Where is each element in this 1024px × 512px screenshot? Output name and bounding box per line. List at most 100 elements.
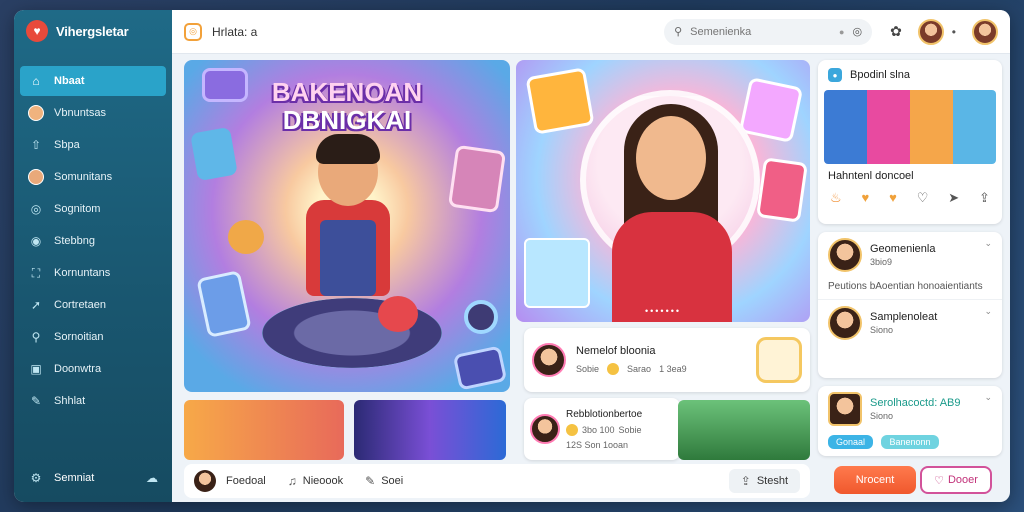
chevron-down-icon[interactable]: ⌄: [984, 306, 992, 317]
person-card[interactable]: Serolhacoctd: AB9 Siono ⌄ Gonaal Banenon…: [818, 386, 1002, 456]
secondary-button[interactable]: ♡ Dooer: [920, 466, 992, 494]
photo-thumbnail[interactable]: [678, 400, 810, 460]
hero-banner[interactable]: BAKENOAN DBNIGKAI: [184, 60, 510, 392]
sidebar-item-label: Shhlat: [54, 395, 86, 407]
globe-icon: ◉: [30, 234, 42, 248]
sidebar: ♥ Vihergsletar ⌂ Nbaat Vbnuntsas ⇧ Sbpa …: [14, 10, 172, 502]
post-meta-2: Sarao: [627, 364, 652, 374]
avatar: [828, 238, 862, 272]
sidebar-item-label: Stebbng: [54, 235, 95, 247]
search-icon: ⚲: [674, 26, 683, 38]
sidebar-item-5[interactable]: ◉ Stebbng: [20, 226, 166, 256]
featured-card[interactable]: ● Bpodinl slna Hahntenl doncoel ♨ ♥ ♥ ♡ …: [818, 60, 1002, 224]
tag-button[interactable]: Banenonn: [881, 435, 939, 449]
camera-icon[interactable]: ◎: [852, 25, 862, 38]
sidebar-item-2[interactable]: ⇧ Sbpa: [20, 130, 166, 160]
sidebar-item-8[interactable]: ⚲ Sornoitian: [20, 322, 166, 352]
photo-thumbnail[interactable]: [354, 400, 506, 460]
brand[interactable]: ♥ Vihergsletar: [14, 10, 172, 52]
sidebar-item-label: Somunitans: [54, 171, 113, 183]
photo-thumbnail[interactable]: [184, 400, 344, 460]
chevron-down-icon[interactable]: ⌄: [984, 238, 992, 249]
person-description: Peutions bAoentian honoaientiants: [828, 281, 983, 292]
comment-label: Soei: [381, 475, 404, 487]
tag-button[interactable]: Gonaal: [828, 435, 874, 449]
more-icon[interactable]: •: [952, 25, 956, 39]
post-title: Rebblotionbertoe: [566, 408, 643, 420]
sidebar-item-10[interactable]: ✎ Shhlat: [20, 386, 166, 416]
heart-icon[interactable]: ♥: [862, 190, 870, 206]
reaction-bar: ♨ ♥ ♥ ♡ ➤ ⇪: [818, 188, 1002, 212]
heart-outline-icon[interactable]: ♡: [917, 190, 929, 206]
search-input[interactable]: [690, 25, 811, 38]
primary-button[interactable]: Nrocent: [834, 466, 916, 494]
sidebar-item-3[interactable]: Somunitans: [20, 162, 166, 192]
sidebar-item-6[interactable]: ⛶ Kornuntans: [20, 258, 166, 288]
sidebar-item-9[interactable]: ▣ Doonwtra: [20, 354, 166, 384]
post-card[interactable]: Nemelof bloonia Sobie Sarao 1 3ea9: [524, 328, 810, 392]
person-meta: Siono: [870, 325, 894, 335]
sidebar-item-label: Sornoitian: [54, 331, 104, 343]
emoji-icon: [566, 423, 578, 436]
avatar[interactable]: [194, 470, 216, 492]
topbar: ◎ Hrlata: a ⚲ ● ◎ ✿ •: [172, 10, 1010, 54]
post-meta-1: Sobie: [576, 364, 600, 374]
tag-row: Gonaal Banenonn: [818, 432, 1002, 450]
mascot-icon: [228, 220, 264, 254]
sidebar-nav: ⌂ Nbaat Vbnuntsas ⇧ Sbpa Somunitans ◎ So…: [14, 66, 172, 416]
sidebar-item-home[interactable]: ⌂ Nbaat: [20, 66, 166, 96]
post-meta-3: 12S Son 1ooan: [566, 439, 629, 450]
bottom-bar: Foedoal ♫ Nieoook ✎ Soei ⇪ Stesht: [184, 464, 810, 498]
share-icon[interactable]: ⇪: [979, 190, 990, 206]
avatar[interactable]: [917, 18, 944, 45]
profile-avatar[interactable]: [972, 18, 998, 45]
avatar-icon: [28, 105, 44, 121]
chat-icon: ◎: [30, 202, 42, 216]
gamepad-icon: [202, 68, 248, 102]
heart-icon[interactable]: ♥: [889, 190, 897, 206]
mini-avatar-card[interactable]: [524, 238, 590, 308]
person-row[interactable]: Geomenienla 3bio9 ⌄: [818, 232, 1002, 278]
user-icon: ⛶: [31, 265, 41, 280]
sidebar-item-label: Sognitom: [54, 203, 101, 215]
person-name: Serolhacoctd: AB9: [870, 397, 961, 409]
user-name[interactable]: Foedoal: [226, 475, 266, 487]
pen-icon: ✎: [365, 474, 376, 488]
send-icon[interactable]: ➤: [948, 190, 959, 206]
sidebar-item-7[interactable]: ➚ Cortretaen: [20, 290, 166, 320]
post-card[interactable]: Rebblotionbertoe 3bo 100 Sobie 12S Son 1…: [524, 398, 680, 460]
card-caption: Hahntenl doncoel: [828, 170, 914, 182]
brand-name: Vihergsletar: [56, 23, 129, 39]
secondary-label: Dooer: [947, 474, 978, 486]
photo-icon: [447, 144, 507, 214]
cloud-icon[interactable]: ☁: [146, 471, 158, 485]
share-button[interactable]: ⇪ Stesht: [728, 469, 800, 493]
live-banner[interactable]: •••••••: [516, 60, 810, 322]
video-icon: [196, 270, 252, 338]
group-photo[interactable]: [824, 90, 996, 164]
share-icon: ⇪: [740, 474, 751, 488]
person-row[interactable]: Serolhacoctd: AB9 Siono ⌄: [818, 386, 1002, 432]
person-row[interactable]: Samplenoleat Siono ⌄: [818, 299, 1002, 346]
bell-icon: ♫: [287, 474, 297, 488]
chevron-down-icon[interactable]: ⌄: [984, 392, 992, 403]
carousel-dots[interactable]: •••••••: [536, 306, 790, 316]
mic-icon[interactable]: ●: [839, 27, 844, 37]
notification-icon[interactable]: ✿: [890, 23, 902, 40]
card-title: Bpodinl slna: [850, 69, 910, 81]
sidebar-item-label: Kornuntans: [54, 267, 111, 279]
live-icon: ●: [828, 68, 842, 82]
sidebar-item-1[interactable]: Vbnuntsas: [20, 98, 166, 128]
fire-icon[interactable]: ♨: [830, 190, 842, 206]
sidebar-item-4[interactable]: ◎ Sognitom: [20, 194, 166, 224]
sidebar-item-label: Sbpa: [54, 139, 80, 151]
person-card[interactable]: Geomenienla 3bio9 ⌄ Peutions bAoentian h…: [818, 232, 1002, 378]
arrow-icon: ➚: [30, 298, 42, 312]
host-face: [636, 116, 706, 200]
app-card-icon: [525, 67, 595, 135]
comment-action[interactable]: ✎ Soei: [365, 474, 403, 488]
like-action[interactable]: ♫ Nieoook: [288, 474, 343, 488]
sidebar-footer[interactable]: ⚙ Semniat ☁: [22, 464, 164, 492]
avatar: [530, 414, 560, 444]
search-bar[interactable]: ⚲ ● ◎: [664, 18, 873, 45]
